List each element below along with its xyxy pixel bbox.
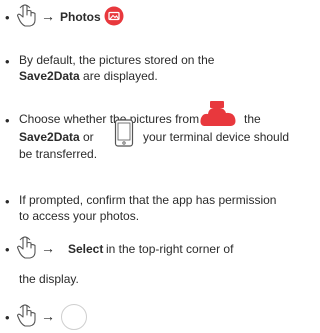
step-1: • → Photos [0,2,318,30]
tap-hand-icon [16,236,36,259]
bullet: • [5,113,10,128]
arrow: → [41,240,55,256]
save2data-name: Save2Data [19,69,80,83]
step-2-line-1: By default, the pictures stored on the [19,53,215,67]
step-6: • → [0,302,318,332]
bullet: • [5,54,10,69]
step-2: • By default, the pictures stored on the… [0,52,318,88]
photos-label: Photos [60,10,101,24]
save2data-name: Save2Data [19,130,80,144]
step-3-or: or [83,130,94,144]
arrow: → [41,8,55,24]
step-3: • Choose whether the pictures from the S… [0,101,318,176]
bullet: • [5,10,10,25]
bullet: • [5,310,10,325]
step-3-line-1b: the [244,112,261,126]
step-4-line-1: If prompted, confirm that the app has pe… [19,193,277,207]
save2data-cloud-icon [200,101,236,126]
step-2-tail: are displayed. [79,69,158,83]
smartphone-icon [114,119,134,147]
select-label: Select [68,242,104,256]
circle-button-icon [61,304,87,330]
step-3-line-1a: Choose whether the pictures from [19,112,200,126]
photos-app-icon [104,6,124,26]
step-4: • If prompted, confirm that the app has … [0,192,318,228]
step-5-line-2: the display. [19,272,79,286]
tap-hand-icon [16,304,36,327]
tap-hand-icon [16,4,36,27]
step-5: • → Select in the top-right corner of th… [0,234,318,294]
bullet: • [5,242,10,257]
step-4-line-2: to access your photos. [19,209,140,223]
step-3-line-2c: your terminal device should [143,130,290,144]
step-2-line-2: Save2Data are displayed. [19,68,158,84]
step-5-tail: in the top-right corner of [106,242,234,256]
step-3-line-3: be transferred. [19,147,98,161]
bullet: • [5,194,10,209]
arrow: → [41,308,55,324]
